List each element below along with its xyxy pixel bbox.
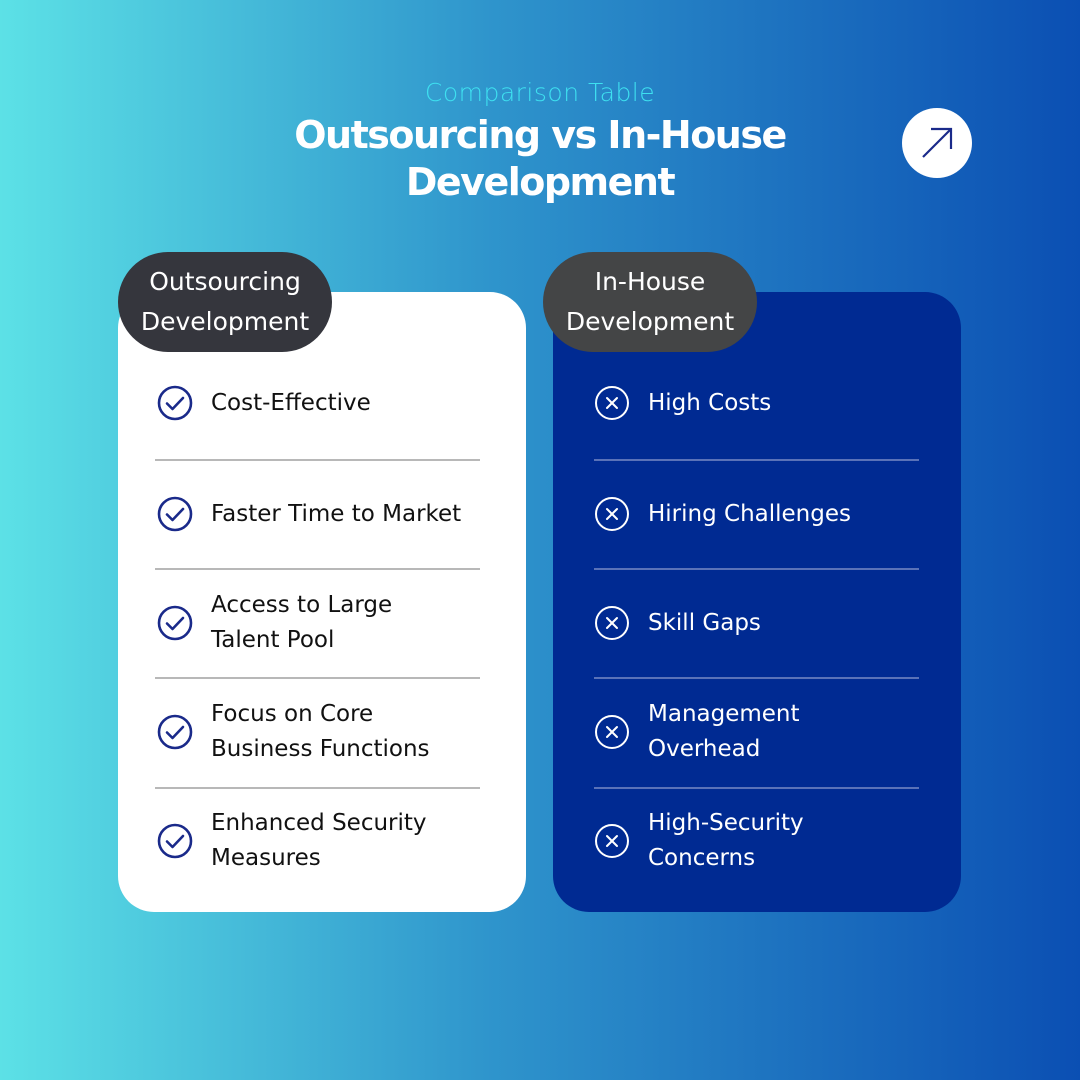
outsourcing-divider — [155, 677, 480, 679]
inhouse-list-item: Skill Gaps — [594, 605, 761, 641]
outsourcing-item-text: Cost-Effective — [211, 386, 371, 421]
inhouse-divider — [594, 459, 919, 461]
outsourcing-list-item: Faster Time to Market — [157, 496, 461, 532]
outsourcing-divider — [155, 459, 480, 461]
x-circle-icon — [594, 496, 630, 532]
inhouse-label-line1: In-House — [594, 267, 706, 296]
item-line-1: High Costs — [648, 389, 772, 416]
item-line-1: Faster Time to Market — [211, 500, 462, 527]
check-circle-icon — [157, 823, 193, 859]
x-circle-icon — [594, 714, 630, 750]
inhouse-item-text: Skill Gaps — [648, 606, 761, 641]
inhouse-list-item: High Costs — [594, 385, 771, 421]
outsourcing-label: Outsourcing Development — [118, 252, 332, 352]
item-line-1: Enhanced Security — [211, 810, 427, 836]
inhouse-list-item: High-Security Concerns — [594, 806, 804, 876]
check-circle-icon — [157, 714, 193, 750]
x-circle-icon — [594, 605, 630, 641]
arrow-button[interactable] — [902, 108, 972, 178]
inhouse-divider — [594, 677, 919, 679]
item-line-1: Focus on Core — [211, 701, 374, 727]
outsourcing-label-line1: Outsourcing — [149, 267, 301, 296]
x-circle-icon — [594, 385, 630, 421]
inhouse-list-item: Management Overhead — [594, 697, 800, 767]
item-line-1: Hiring Challenges — [648, 500, 851, 527]
inhouse-list-item: Hiring Challenges — [594, 496, 851, 532]
inhouse-label-line2: Development — [565, 307, 735, 336]
outsourcing-list-item: Enhanced Security Measures — [157, 806, 427, 876]
item-line-1: Skill Gaps — [648, 609, 761, 636]
outsourcing-item-text: Faster Time to Market — [211, 497, 461, 532]
outsourcing-list-item: Access to Large Talent Pool — [157, 588, 392, 658]
outsourcing-list-item: Cost-Effective — [157, 385, 371, 421]
outsourcing-item-text: Enhanced Security Measures — [211, 806, 427, 876]
outsourcing-divider — [155, 568, 480, 570]
item-line-2: Talent Pool — [211, 627, 335, 653]
outsourcing-item-text: Access to Large Talent Pool — [211, 588, 392, 658]
inhouse-divider — [594, 787, 919, 789]
inhouse-item-text: High Costs — [648, 386, 771, 421]
outsourcing-divider — [155, 787, 480, 789]
item-line-2: Overhead — [648, 736, 761, 762]
item-line-1: Management — [648, 701, 800, 727]
item-line-1: Cost-Effective — [211, 389, 371, 416]
inhouse-label: In-House Development — [543, 252, 757, 352]
item-line-2: Business Functions — [211, 736, 430, 762]
item-line-1: High-Security — [648, 810, 804, 836]
item-line-1: Access to Large — [211, 592, 393, 618]
inhouse-item-text: High-Security Concerns — [648, 806, 804, 876]
subtitle: Comparison Table — [424, 78, 656, 107]
item-line-2: Measures — [211, 845, 321, 871]
inhouse-item-text: Management Overhead — [648, 697, 800, 767]
x-circle-icon — [594, 823, 630, 859]
check-circle-icon — [157, 496, 193, 532]
inhouse-item-text: Hiring Challenges — [648, 497, 851, 532]
outsourcing-item-text: Focus on Core Business Functions — [211, 697, 430, 767]
check-circle-icon — [157, 385, 193, 421]
arrow-up-right-icon — [922, 127, 953, 158]
item-line-2: Concerns — [648, 845, 756, 871]
inhouse-divider — [594, 568, 919, 570]
outsourcing-label-line2: Development — [140, 307, 310, 336]
outsourcing-list-item: Focus on Core Business Functions — [157, 697, 430, 767]
check-circle-icon — [157, 605, 193, 641]
